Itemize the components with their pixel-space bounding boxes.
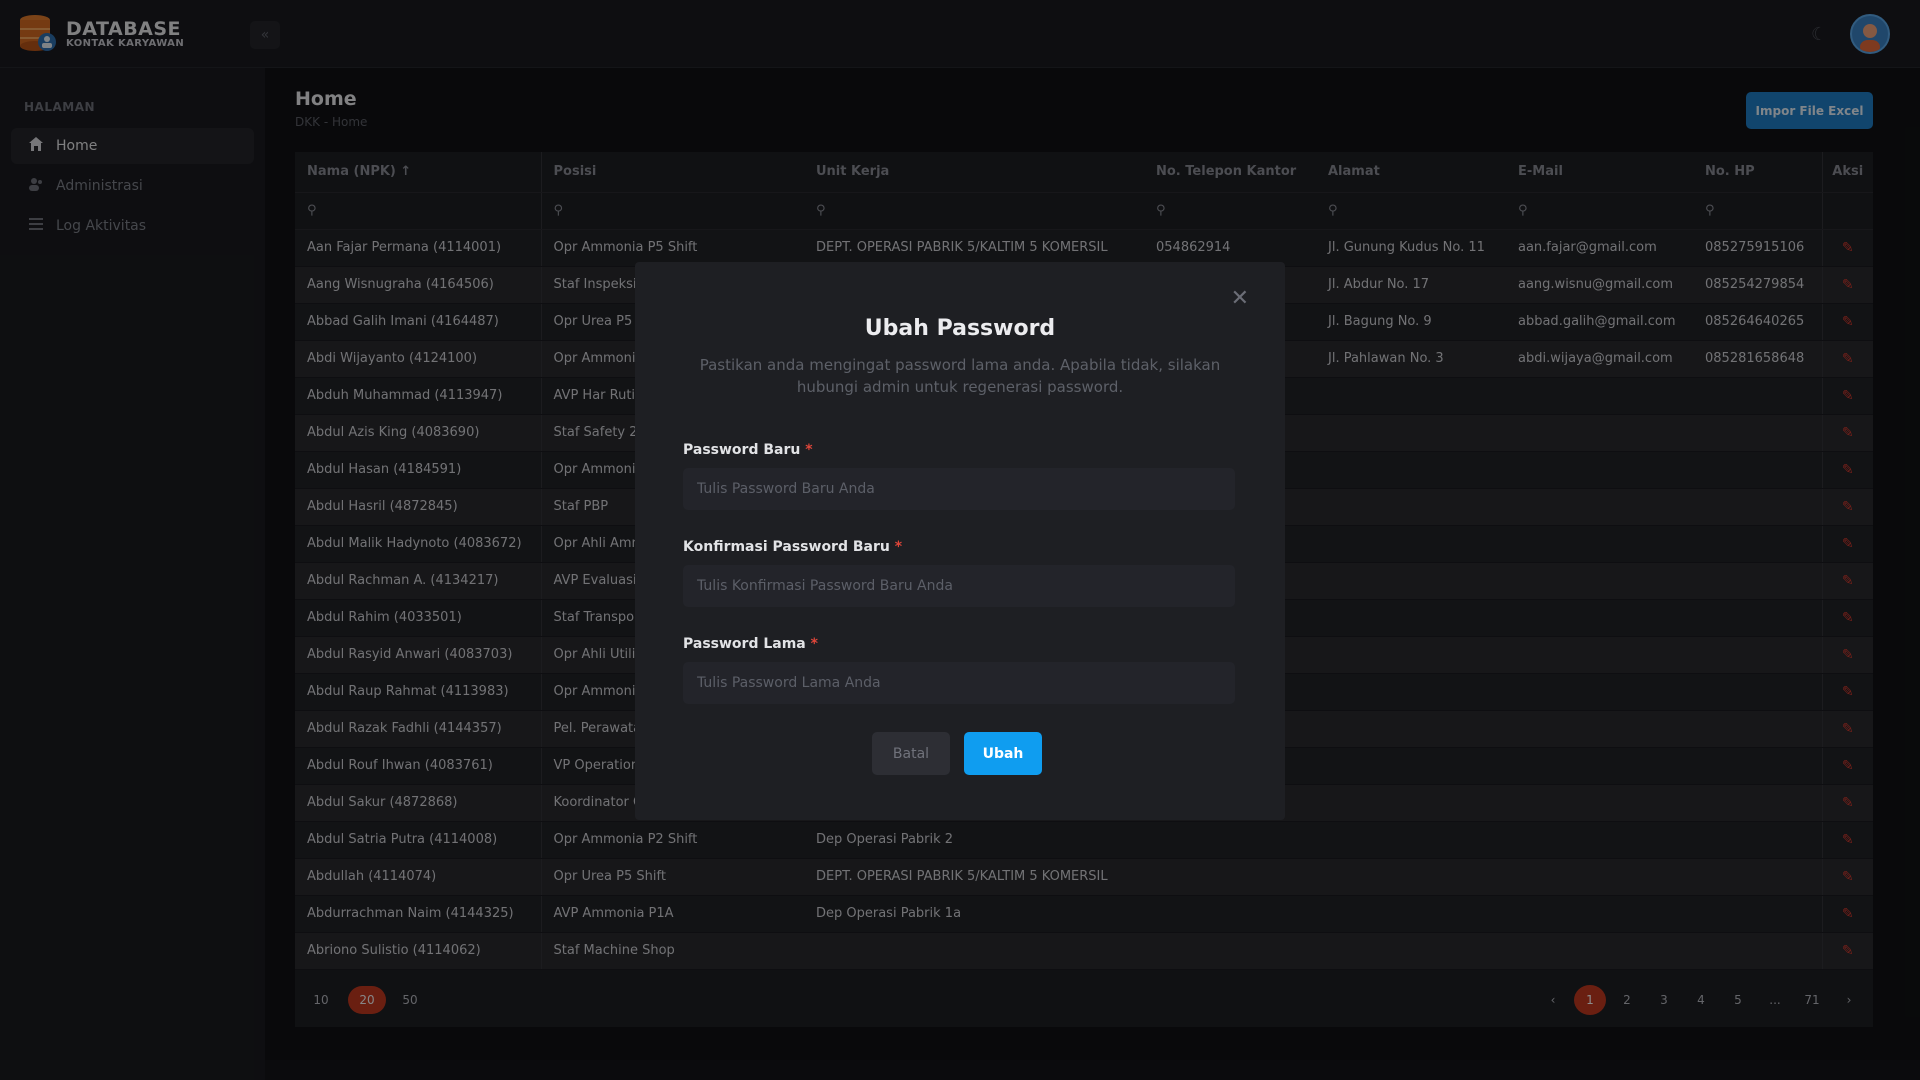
confirm-password-label: Konfirmasi Password Baru * — [683, 539, 903, 555]
required-marker: * — [810, 636, 818, 652]
change-password-modal: ✕ Ubah Password Pastikan anda mengingat … — [635, 262, 1285, 820]
new-password-input[interactable] — [683, 468, 1235, 510]
new-password-label: Password Baru * — [683, 442, 813, 458]
required-marker: * — [894, 539, 903, 555]
old-password-label: Password Lama * — [683, 636, 818, 652]
modal-description: Pastikan anda mengingat password lama an… — [699, 356, 1221, 396]
cancel-button[interactable]: Batal — [872, 732, 950, 775]
modal-title: Ubah Password — [864, 316, 1056, 341]
confirm-password-input[interactable] — [683, 565, 1235, 607]
submit-button[interactable]: Ubah — [964, 732, 1042, 775]
old-password-input[interactable] — [683, 662, 1235, 704]
close-icon[interactable]: ✕ — [1231, 286, 1249, 311]
required-marker: * — [805, 442, 813, 458]
